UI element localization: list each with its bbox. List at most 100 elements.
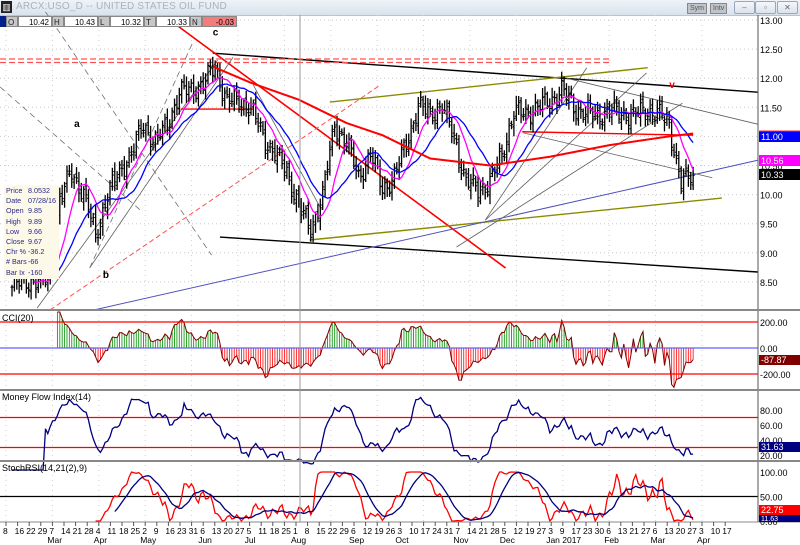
price-bar — [478, 180, 482, 205]
price-bar — [665, 107, 669, 126]
info-value: 9.89 — [28, 216, 42, 226]
price-bar — [574, 104, 578, 126]
price-bar — [512, 111, 516, 137]
price-bar — [531, 105, 535, 133]
price-bar — [294, 189, 298, 213]
day-tick-label: 25 — [281, 526, 291, 536]
last-label: T — [144, 16, 156, 27]
price-bar — [141, 122, 145, 138]
price-tick-label: 9.00 — [760, 249, 778, 259]
cci-tick-label: 200.00 — [760, 318, 788, 328]
day-tick-label: 21 — [479, 526, 489, 536]
price-bar — [273, 139, 277, 164]
high-value: 10.43 — [64, 16, 98, 27]
price-bar — [130, 145, 133, 163]
day-tick-label: 28 — [490, 526, 500, 536]
price-bar — [220, 76, 224, 107]
price-bar — [407, 133, 411, 157]
day-tick-label: 31 — [189, 526, 199, 536]
price-bar — [627, 112, 631, 135]
day-tick-label: 11 — [258, 526, 267, 536]
price-bar — [529, 106, 533, 131]
price-bar — [543, 86, 547, 106]
price-chart[interactable]: CCI(20) Money Flow Index(14) StochRSI(14… — [0, 0, 800, 545]
info-value: 9.67 — [28, 237, 42, 247]
price-bar — [672, 143, 676, 159]
price-bar — [127, 147, 131, 168]
day-tick-label: 17 — [722, 526, 732, 536]
red-neckline-2-line — [522, 131, 694, 136]
stochrsi-title: StochRSI(14,21(2),9) — [2, 463, 87, 473]
info-value: 8.0532 — [28, 186, 50, 195]
day-tick-label: 29 — [38, 526, 48, 536]
day-tick-label: 10 — [711, 526, 721, 536]
price-bar — [318, 198, 322, 231]
price-bar — [287, 159, 291, 186]
day-tick-label: 13 — [664, 526, 674, 536]
mfi-tag-value: 31.63 — [761, 442, 784, 452]
price-bar — [201, 72, 205, 95]
price-bar — [369, 146, 372, 164]
day-tick-label: 25 — [131, 526, 141, 536]
last-value: 10.33 — [156, 16, 190, 27]
info-label: # Bars — [6, 257, 27, 267]
day-tick-label: 13 — [618, 526, 628, 536]
price-bar — [60, 184, 64, 206]
blue-support-line — [94, 159, 758, 311]
low-label: L — [98, 16, 110, 27]
price-bar — [639, 93, 643, 127]
price-bar — [646, 108, 650, 126]
price-bar — [579, 100, 583, 119]
price-bar — [466, 168, 470, 190]
day-tick-label: 8 — [3, 526, 8, 536]
gray-dashed-1-line — [45, 11, 212, 256]
price-bar — [161, 120, 165, 146]
price-bar — [70, 163, 74, 188]
day-tick-label: 22 — [26, 526, 36, 536]
price-bar — [691, 166, 695, 191]
day-tick-label: 23 — [583, 526, 593, 536]
cci-tick-label: 0.00 — [760, 344, 778, 354]
day-tick-label: 27 — [235, 526, 245, 536]
stochrsi-tick-label: 100.00 — [760, 468, 788, 478]
day-tick-label: 14 — [61, 526, 71, 536]
price-bar — [414, 113, 418, 132]
price-bar — [304, 205, 308, 219]
month-label: Jun — [198, 535, 212, 545]
price-bar — [464, 168, 468, 187]
price-bar — [452, 123, 456, 145]
info-label: Bar Ix — [6, 267, 25, 277]
day-tick-label: 26 — [386, 526, 396, 536]
stochrsi-fast-tag-value: 22.75 — [761, 505, 784, 515]
info-label: Chr % — [6, 247, 26, 257]
month-label: Jan 2017 — [546, 535, 581, 545]
day-tick-label: 19 — [525, 526, 535, 536]
price-tag-value: 10.33 — [761, 170, 784, 180]
open-label: O — [6, 16, 18, 27]
price-bar — [643, 108, 647, 127]
info-value: 07/28/16 — [28, 196, 56, 206]
gray-up-2-line — [89, 57, 234, 269]
day-tick-label: 11 — [107, 526, 116, 536]
day-tick-label: 15 — [316, 526, 326, 536]
price-bar — [502, 150, 506, 162]
price-bar — [165, 108, 169, 136]
annotation-label: c — [213, 28, 219, 39]
day-tick-label: 17 — [421, 526, 431, 536]
price-bar — [629, 104, 633, 135]
price-bar — [139, 119, 143, 139]
price-bar — [600, 118, 604, 130]
price-bar — [63, 181, 67, 208]
net-change-value: -0.03 — [202, 16, 237, 27]
day-tick-label: 29 — [339, 526, 349, 536]
price-bar — [500, 144, 504, 164]
price-bar — [72, 174, 76, 189]
price-bar — [108, 180, 112, 206]
mfi-title: Money Flow Index(14) — [2, 392, 91, 402]
price-bar — [134, 130, 138, 159]
price-bar — [648, 99, 652, 123]
info-label: Date — [6, 196, 22, 206]
info-label: Low — [6, 226, 20, 236]
day-tick-label: 21 — [73, 526, 83, 536]
price-bar — [118, 161, 122, 183]
